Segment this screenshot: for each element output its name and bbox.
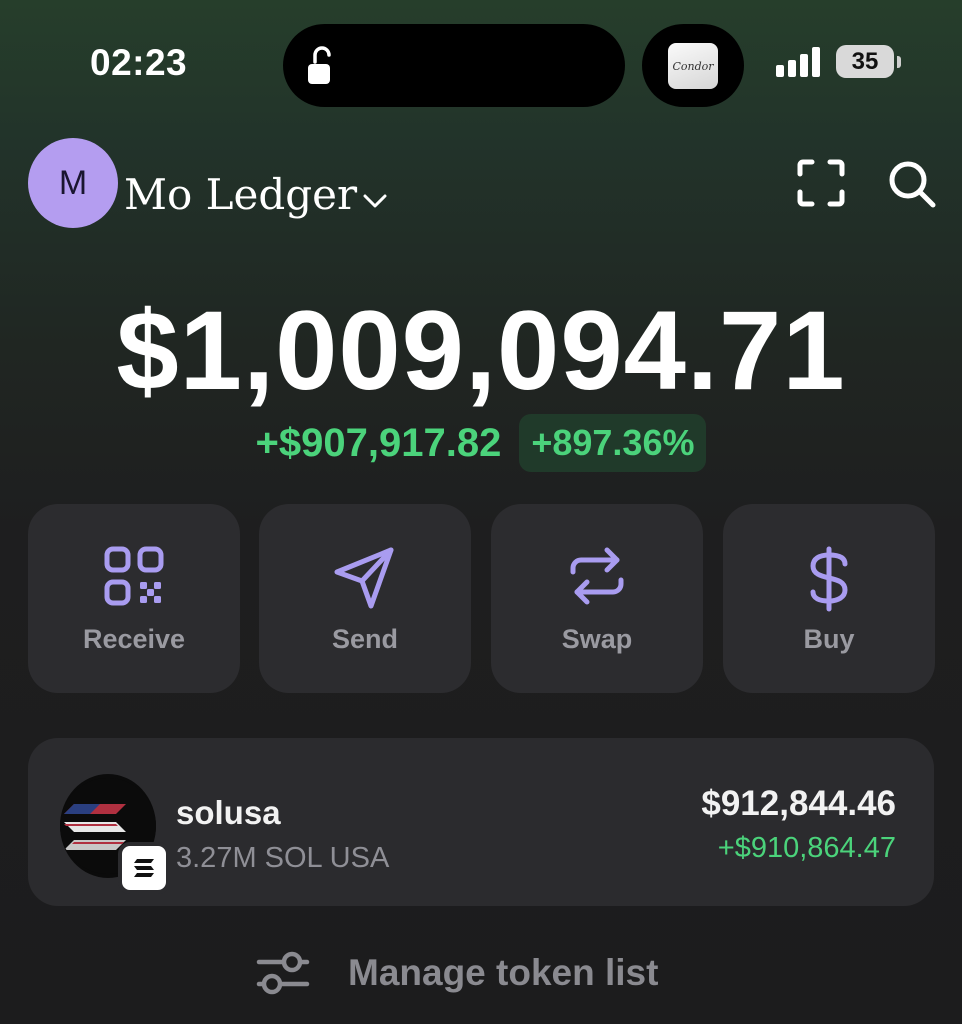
send-icon <box>334 547 394 609</box>
receive-button[interactable]: Receive <box>28 504 240 693</box>
scan-icon[interactable] <box>796 158 846 208</box>
total-balance: $1,009,094.71 <box>116 288 846 413</box>
status-time: 02:23 <box>90 42 188 83</box>
search-icon[interactable] <box>886 158 938 210</box>
swap-label: Swap <box>561 624 633 654</box>
token-name: solusa <box>176 794 281 831</box>
chevron-down-icon[interactable] <box>362 192 388 210</box>
swap-icon <box>570 547 624 605</box>
token-row-solusa[interactable]: solusa 3.27M SOL USA $912,844.46 +$910,8… <box>28 738 934 906</box>
balance-change-percent: +897.36% <box>519 414 707 472</box>
battery-icon <box>897 56 901 68</box>
token-change: +$910,864.47 <box>717 832 896 864</box>
send-button[interactable]: Send <box>259 504 471 693</box>
album-art-icon: Condor <box>668 43 718 89</box>
buy-label: Buy <box>803 624 855 654</box>
swap-button[interactable]: Swap <box>491 504 703 693</box>
token-amount: 3.27M SOL USA <box>176 842 390 874</box>
buy-button[interactable]: Buy <box>723 504 935 693</box>
token-value: $912,844.46 <box>701 784 896 823</box>
account-name[interactable]: Mo Ledger <box>124 170 357 219</box>
avatar[interactable]: M <box>28 138 118 228</box>
receive-label: Receive <box>82 624 186 654</box>
now-playing-island[interactable]: Condor <box>642 24 744 107</box>
qr-code-icon <box>104 546 164 606</box>
dollar-icon <box>810 546 848 612</box>
unlock-icon <box>308 46 331 84</box>
battery-indicator: 35 <box>836 45 894 78</box>
balance-change-amount: +$907,917.82 <box>255 420 502 465</box>
send-label: Send <box>331 624 398 654</box>
sliders-icon <box>256 951 310 995</box>
dynamic-island <box>283 24 625 107</box>
cellular-signal-icon <box>776 47 820 77</box>
manage-token-list-button[interactable]: Manage token list <box>256 950 658 996</box>
solana-badge-icon <box>118 842 170 894</box>
manage-token-list-label: Manage token list <box>348 952 659 993</box>
balance-change-row: +$907,917.82 +897.36% <box>0 414 962 472</box>
